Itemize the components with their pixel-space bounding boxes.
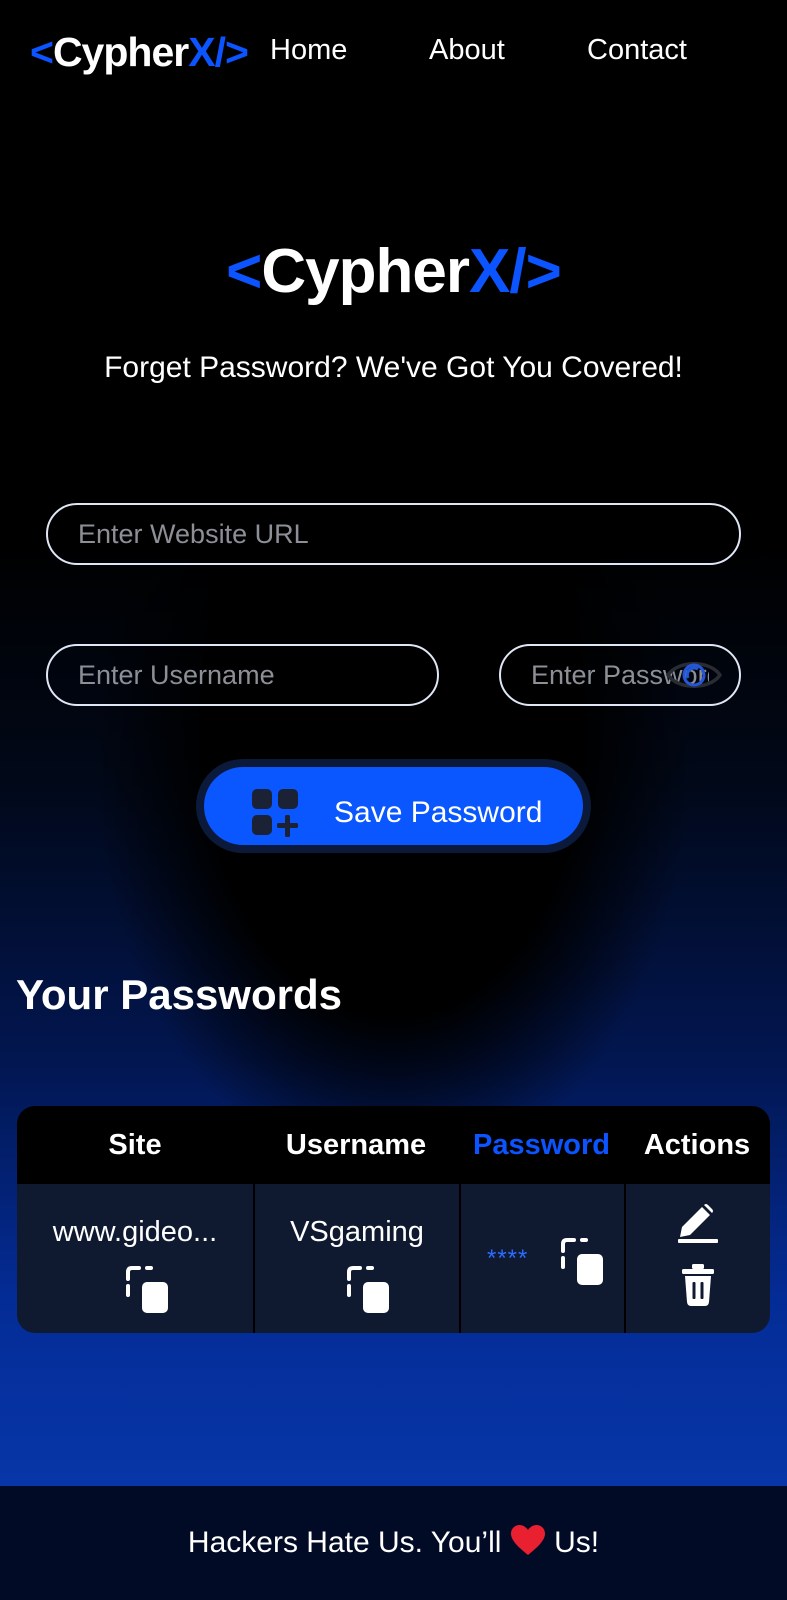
copy-icon[interactable] [345,1266,391,1316]
logo-accent: X/ [188,29,226,75]
username-input[interactable] [46,644,439,706]
logo-bracket-close: > [224,29,249,75]
table-row: www.gideo... VSgaming **** [17,1184,770,1333]
logo-bracket-open: < [30,29,54,75]
actions-cell [624,1184,770,1333]
username-cell: VSgaming [253,1184,459,1333]
hero-logo-bracket-open: < [226,237,262,306]
footer-text-start: Hackers Hate Us. You’ll [187,1526,510,1559]
password-field [499,644,741,706]
hero-logo-bracket-close: > [525,237,562,306]
footer-text-end: Us! [545,1526,600,1559]
site-cell: www.gideo... [17,1184,253,1333]
save-button-label: Save Password [334,796,543,829]
trash-icon[interactable] [681,1264,715,1306]
username-value: VSgaming [290,1216,424,1248]
nav-link-about[interactable]: About [429,32,505,68]
hero-logo-accent: X/ [469,237,527,306]
eye-icon[interactable] [665,656,723,694]
passwords-section-title: Your Passwords [16,971,342,1018]
password-cell: **** [459,1184,624,1333]
footer: Hackers Hate Us. You’ll Us! [0,1486,787,1600]
hero-logo: <CypherX/> [0,236,787,308]
footer-text: Hackers Hate Us. You’ll Us! [0,1524,787,1561]
hero-logo-name: Cypher [261,237,470,306]
add-grid-icon [252,789,298,837]
website-url-input[interactable] [46,503,741,565]
copy-icon[interactable] [124,1266,170,1316]
nav-link-contact[interactable]: Contact [587,32,687,68]
site-value: www.gideo... [52,1216,218,1248]
pencil-icon[interactable] [676,1204,720,1244]
column-header-password: Password [473,1129,610,1161]
column-header-site: Site [108,1129,162,1161]
logo-name: Cypher [52,29,189,75]
tagline: Forget Password? We've Got You Covered! [104,351,683,384]
nav-link-home[interactable]: Home [270,32,347,68]
passwords-table: Site Username Password Actions www.gideo… [17,1106,770,1333]
column-header-actions: Actions [643,1129,751,1161]
masked-password: **** [487,1245,529,1272]
column-header-username: Username [285,1129,427,1161]
navbar: <CypherX/> Home About Contact [0,0,787,100]
save-password-button[interactable]: Save Password [196,759,591,853]
heart-icon [510,1525,545,1555]
nav-logo[interactable]: <CypherX/> [30,28,249,76]
copy-icon[interactable] [559,1238,605,1288]
table-header: Site Username Password Actions [17,1106,770,1184]
